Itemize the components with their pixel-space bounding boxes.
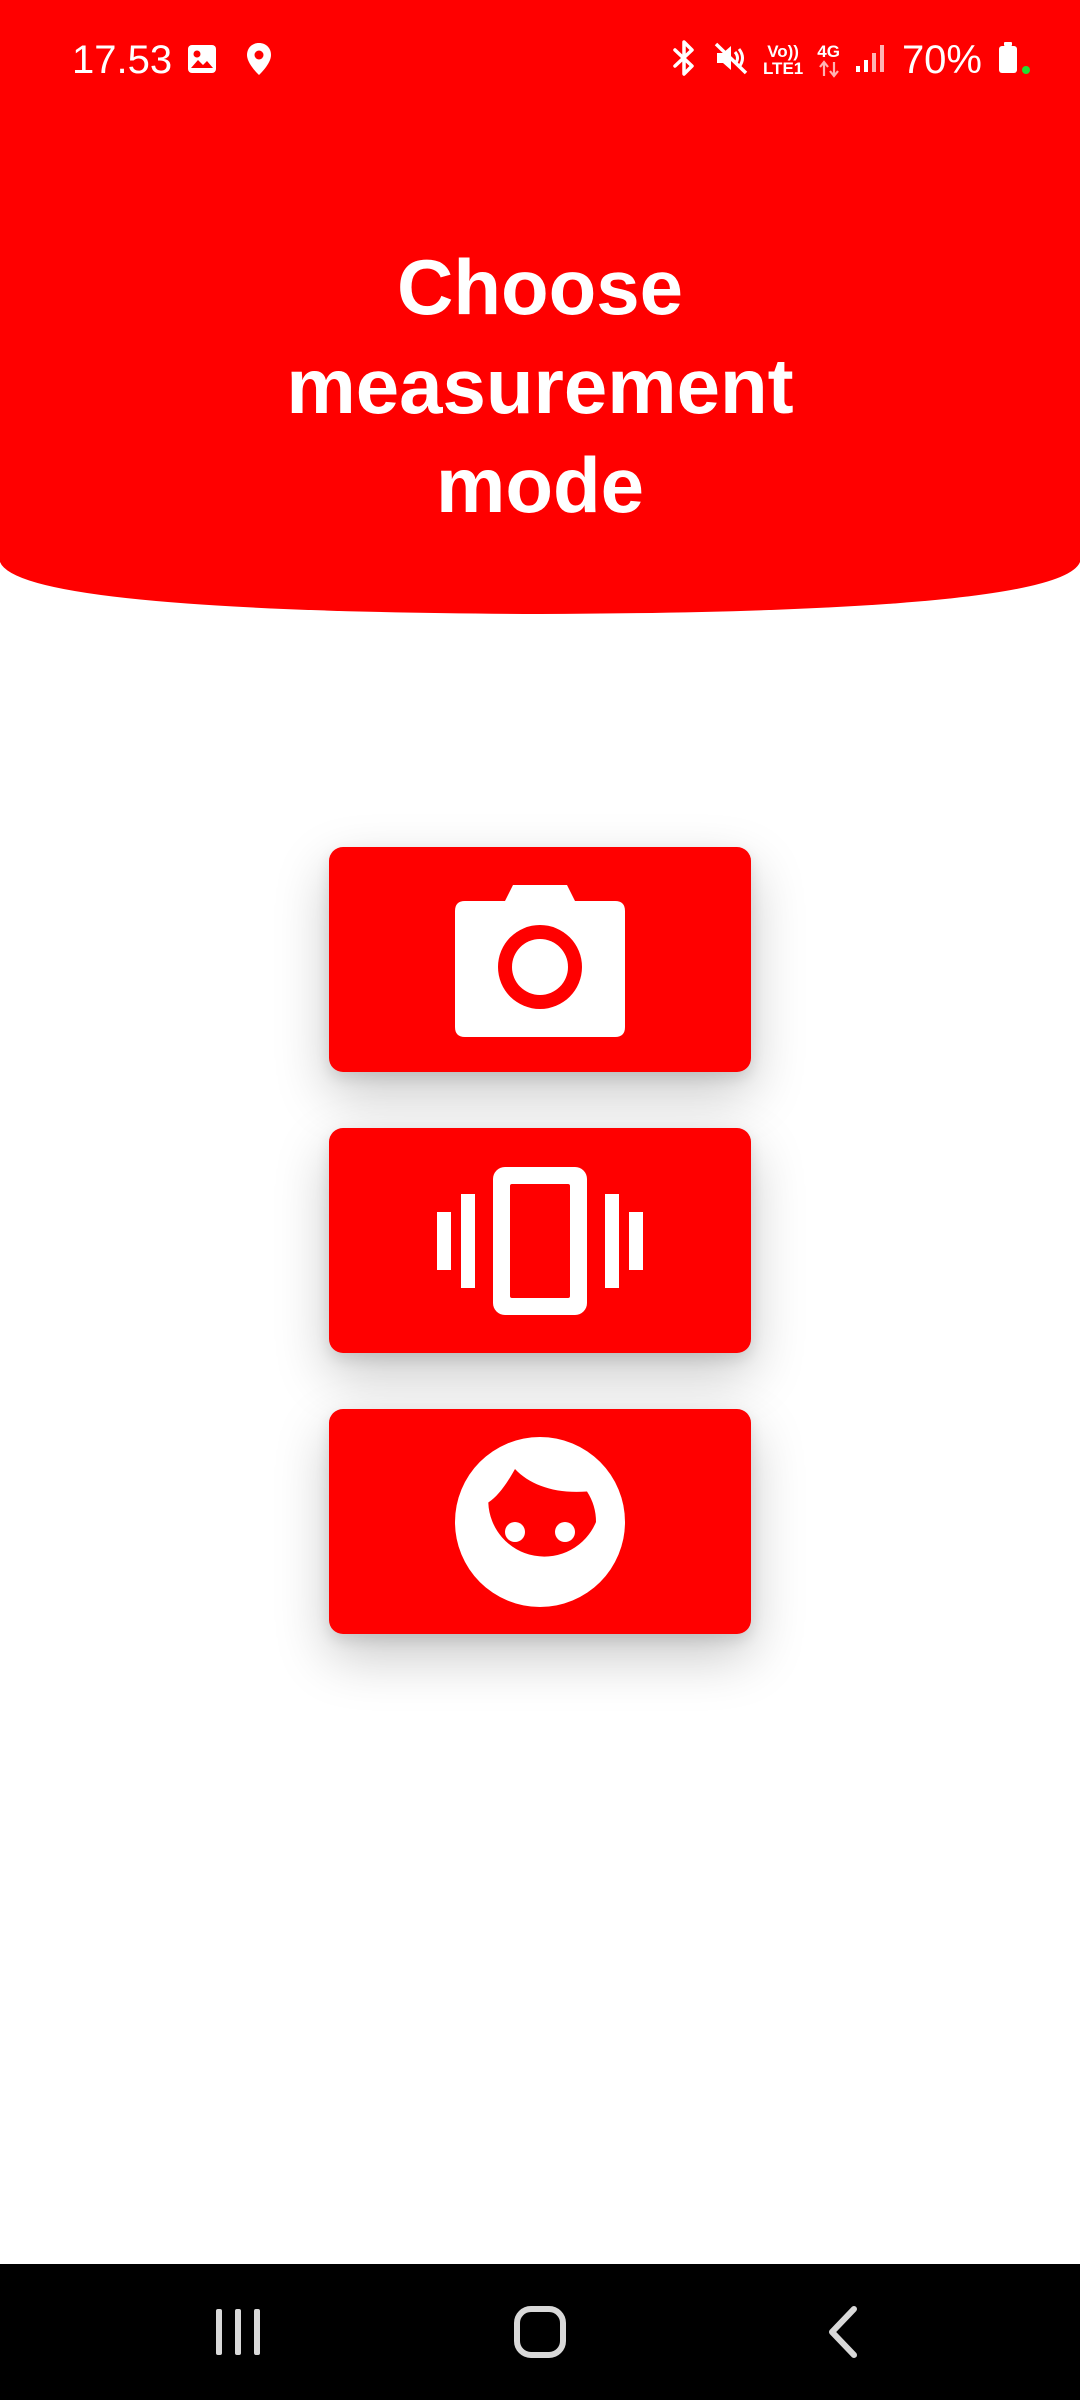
page-title: Choose measurement mode	[140, 238, 940, 535]
title-line-2: measurement	[286, 342, 794, 430]
camera-mode-button[interactable]	[329, 847, 751, 1072]
status-right-icons: Vo)) LTE1 4G 70%	[669, 34, 1032, 86]
title-line-1: Choose	[396, 243, 684, 331]
status-bar: 17.53 Vo)) LTE1 4G 70%	[0, 0, 1080, 120]
bluetooth-icon	[669, 39, 699, 82]
app-screen: 17.53 Vo)) LTE1 4G 70% Choose measuremen…	[0, 0, 1080, 2400]
vibration-icon	[437, 1166, 643, 1315]
back-icon	[829, 2306, 857, 2358]
status-time: 17.53	[72, 38, 173, 82]
title-line-3: mode	[435, 441, 645, 529]
data-arrows-icon	[818, 59, 839, 78]
volte-label-bottom: LTE1	[762, 59, 804, 78]
vibration-mode-button[interactable]	[329, 1128, 751, 1353]
header: 17.53 Vo)) LTE1 4G 70% Choose measuremen…	[0, 0, 1080, 620]
mute-icon	[713, 40, 749, 81]
battery-percent: 70%	[901, 38, 982, 82]
face-mode-button[interactable]	[329, 1409, 751, 1634]
volte-label-top: Vo))	[767, 42, 799, 61]
volte-icon: Vo)) LTE1	[763, 43, 803, 77]
back-button[interactable]	[782, 2292, 902, 2372]
battery-icon	[996, 38, 1032, 83]
signal-icon	[854, 42, 888, 79]
recent-apps-button[interactable]	[178, 2292, 298, 2372]
home-icon	[514, 2306, 566, 2358]
network-4g-icon: 4G	[817, 43, 840, 78]
recent-apps-icon	[216, 2309, 260, 2355]
camera-icon	[455, 884, 625, 1037]
location-icon	[246, 42, 272, 81]
status-left-icons	[186, 42, 272, 81]
navigation-bar	[0, 2264, 1080, 2400]
home-button[interactable]	[480, 2292, 600, 2372]
face-icon	[455, 1436, 625, 1607]
network-label: 4G	[817, 41, 840, 61]
gallery-icon	[186, 43, 218, 80]
